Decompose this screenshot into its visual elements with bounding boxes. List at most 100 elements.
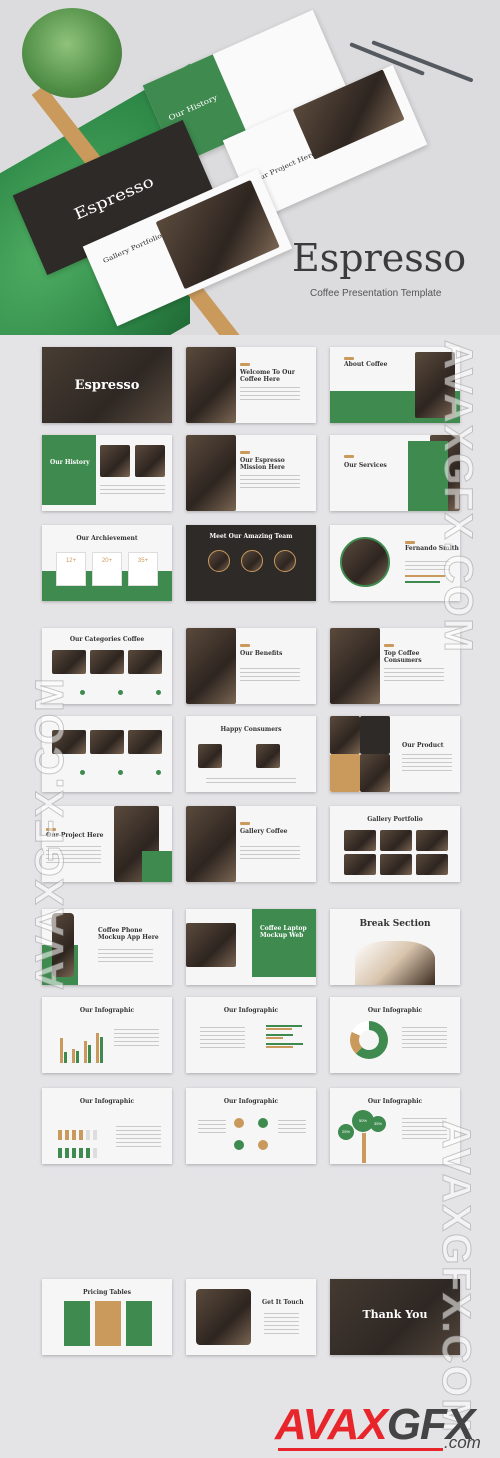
green-block xyxy=(58,1148,62,1158)
hero-subtitle: Coffee Presentation Template xyxy=(310,288,442,299)
green-block xyxy=(362,1133,366,1163)
decoration xyxy=(402,1035,447,1036)
slide-thumbnail[interactable]: Our Infographic xyxy=(330,997,460,1073)
watermark: AVAXGFX.COM xyxy=(28,676,73,991)
photo xyxy=(256,744,280,768)
slide-title: Happy Consumers xyxy=(220,726,282,733)
decoration xyxy=(264,1313,299,1314)
slide-title: Our Espresso Mission Here xyxy=(240,457,285,471)
slide-thumbnail[interactable]: Gallery Portfolio xyxy=(330,806,460,882)
green-block xyxy=(266,1046,293,1048)
slide-thumbnail[interactable]: Our Infographic xyxy=(42,1088,172,1164)
decoration xyxy=(98,949,153,950)
slide-thumbnail[interactable]: Our History xyxy=(42,435,172,511)
decoration xyxy=(240,363,250,366)
decoration xyxy=(198,1128,226,1129)
green-block xyxy=(64,1301,90,1346)
photo xyxy=(330,716,360,754)
slide-thumbnail[interactable]: Break Section xyxy=(330,909,460,985)
photo xyxy=(52,650,86,674)
decoration xyxy=(264,1325,299,1326)
photo xyxy=(90,650,124,674)
photo xyxy=(186,923,236,967)
green-block xyxy=(86,1130,90,1140)
green-block xyxy=(100,1037,103,1063)
hero-title: Espresso xyxy=(292,236,467,280)
green-block xyxy=(60,1038,63,1063)
tree-value-circle: 25% xyxy=(338,1124,354,1140)
slide-title: Our Infographic xyxy=(79,1098,135,1105)
donut-chart xyxy=(350,1021,388,1059)
slide-thumbnail[interactable]: Meet Our Amazing Team xyxy=(186,525,316,601)
slide-thumbnail[interactable]: Our Infographic xyxy=(42,997,172,1073)
green-block xyxy=(58,1130,62,1140)
decoration xyxy=(198,1120,226,1121)
decoration xyxy=(98,961,153,962)
green-block xyxy=(65,1130,69,1140)
watermark: AVAXGFX.COM xyxy=(434,1120,479,1435)
decoration xyxy=(116,1146,161,1147)
slide-thumbnail[interactable]: Pricing Tables xyxy=(42,1279,172,1355)
slide-thumbnail[interactable]: 12+ 20+ 35+ Our Archievement xyxy=(42,525,172,601)
slide-title: Our Infographic xyxy=(79,1007,135,1014)
green-block xyxy=(72,1148,76,1158)
slide-thumbnail[interactable]: Gallery Coffee xyxy=(186,806,316,882)
decoration xyxy=(240,668,300,669)
green-block xyxy=(126,1301,152,1346)
decoration xyxy=(402,1039,447,1040)
slide-thumbnail[interactable]: Welcome To Our Coffee Here xyxy=(186,347,316,423)
slide-thumbnail[interactable]: Our Espresso Mission Here xyxy=(186,435,316,511)
decoration xyxy=(264,1333,299,1334)
decoration xyxy=(240,850,300,851)
decoration xyxy=(240,644,250,647)
stat-card: 20+ xyxy=(92,552,122,586)
decoration xyxy=(116,1130,161,1131)
slide-thumbnail[interactable]: Our Infographic xyxy=(186,1088,316,1164)
green-block xyxy=(258,1118,268,1128)
decoration xyxy=(402,754,452,755)
slide-title: Break Section xyxy=(359,919,431,929)
decoration xyxy=(98,953,153,954)
decoration xyxy=(114,1041,159,1042)
decoration xyxy=(240,483,300,484)
decoration xyxy=(402,1118,447,1119)
photo xyxy=(186,347,236,423)
photo xyxy=(330,628,380,704)
photo xyxy=(128,730,162,754)
slide-thumbnail[interactable]: Happy Consumers xyxy=(186,716,316,792)
slide-title: Our Infographic xyxy=(367,1007,423,1014)
decoration xyxy=(206,778,296,779)
green-block xyxy=(266,1025,302,1027)
slide-title: Get It Touch xyxy=(262,1299,304,1306)
decoration xyxy=(240,846,300,847)
green-block xyxy=(258,1140,268,1150)
slide-title: Our Services xyxy=(344,462,387,469)
green-block xyxy=(65,1148,69,1158)
decoration xyxy=(278,1132,306,1133)
logo-suffix: .com xyxy=(444,1433,481,1452)
slide-thumbnail[interactable]: Our Product xyxy=(330,716,460,792)
photo xyxy=(340,537,390,587)
decoration xyxy=(240,487,300,488)
decoration xyxy=(402,770,452,771)
green-block xyxy=(76,1051,79,1063)
decoration xyxy=(402,758,452,759)
slide-thumbnail[interactable]: Get It Touch xyxy=(186,1279,316,1355)
decoration xyxy=(240,672,300,673)
green-block xyxy=(79,1148,83,1158)
slide-thumbnail[interactable]: Our Benefits xyxy=(186,628,316,704)
decoration xyxy=(402,1047,447,1048)
slide-thumbnail[interactable]: Coffee Laptop Mockup Web xyxy=(186,909,316,985)
slide-thumbnail[interactable]: Espresso xyxy=(42,347,172,423)
photo xyxy=(344,854,376,875)
photo xyxy=(196,1289,251,1345)
slide-thumbnail[interactable]: Our Infographic xyxy=(186,997,316,1073)
photo xyxy=(344,830,376,851)
slide-title: Meet Our Amazing Team xyxy=(209,533,293,540)
green-block xyxy=(93,1148,97,1158)
decoration xyxy=(200,1043,245,1044)
photo xyxy=(416,830,448,851)
decoration xyxy=(114,1029,159,1030)
slide-title: Welcome To Our Coffee Here xyxy=(240,369,295,383)
decoration xyxy=(278,1124,306,1125)
